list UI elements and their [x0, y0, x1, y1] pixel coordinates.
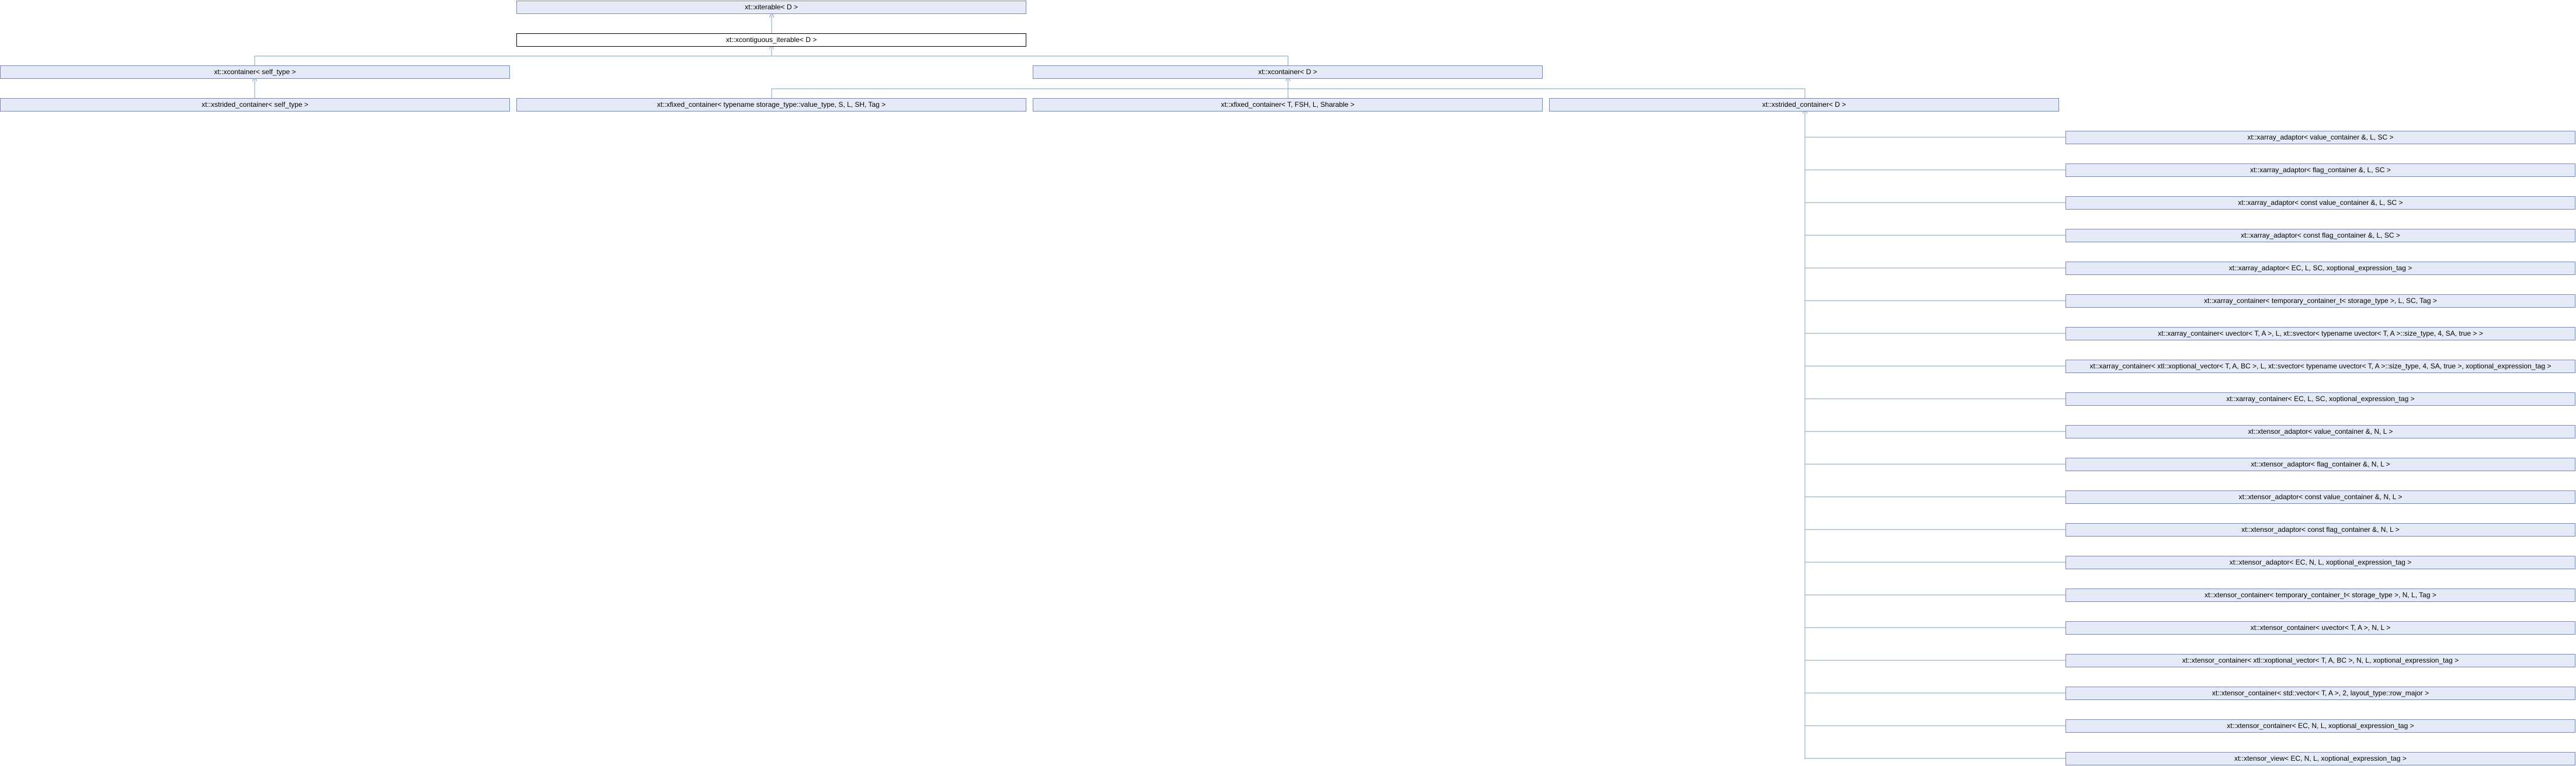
node-derived-c14[interactable]: xt::xtensor_container< temporary_contain… — [2065, 589, 2575, 602]
node-xstrided-container-self-type[interactable]: xt::xstrided_container< self_type > — [0, 98, 510, 112]
node-derived-c3[interactable]: xt::xarray_adaptor< const flag_container… — [2065, 229, 2575, 242]
node-derived-c13[interactable]: xt::xtensor_adaptor< EC, N, L, xoptional… — [2065, 556, 2575, 569]
node-derived-c8[interactable]: xt::xarray_container< EC, L, SC, xoption… — [2065, 392, 2575, 406]
edge-container-d-contiguous — [772, 55, 1289, 65]
node-derived-c0[interactable]: xt::xarray_adaptor< value_container &, L… — [2065, 131, 2575, 144]
node-derived-c5[interactable]: xt::xarray_container< temporary_containe… — [2065, 294, 2575, 308]
node-xstrided-container-d[interactable]: xt::xstrided_container< D > — [1549, 98, 2059, 112]
edge-fixed-storage-container-d — [771, 88, 1288, 98]
node-derived-c1[interactable]: xt::xarray_adaptor< flag_container &, L,… — [2065, 163, 2575, 177]
node-derived-c15[interactable]: xt::xtensor_container< uvector< T, A >, … — [2065, 621, 2575, 635]
node-xcontainer-self-type[interactable]: xt::xcontainer< self_type > — [0, 65, 510, 79]
inheritance-edges — [0, 0, 2065, 759]
node-derived-c7[interactable]: xt::xarray_container< xtl::xoptional_vec… — [2065, 360, 2575, 373]
node-derived-c16[interactable]: xt::xtensor_container< xtl::xoptional_ve… — [2065, 654, 2575, 667]
node-derived-c12[interactable]: xt::xtensor_adaptor< const flag_containe… — [2065, 523, 2575, 537]
node-derived-c17[interactable]: xt::xtensor_container< std::vector< T, A… — [2065, 687, 2575, 700]
node-xiterable[interactable]: xt::xiterable< D > — [516, 1, 1026, 14]
node-xcontainer-d[interactable]: xt::xcontainer< D > — [1033, 65, 1543, 79]
edge-container-self-contiguous — [254, 55, 772, 65]
node-derived-c6[interactable]: xt::xarray_container< uvector< T, A >, L… — [2065, 327, 2575, 340]
node-derived-c2[interactable]: xt::xarray_adaptor< const value_containe… — [2065, 196, 2575, 210]
node-derived-c9[interactable]: xt::xtensor_adaptor< value_container &, … — [2065, 425, 2575, 438]
node-derived-c4[interactable]: xt::xarray_adaptor< EC, L, SC, xoptional… — [2065, 262, 2575, 275]
node-derived-c18[interactable]: xt::xtensor_container< EC, N, L, xoption… — [2065, 719, 2575, 733]
node-xfixed-container-storage[interactable]: xt::xfixed_container< typename storage_t… — [516, 98, 1026, 112]
node-derived-c10[interactable]: xt::xtensor_adaptor< flag_container &, N… — [2065, 458, 2575, 471]
node-xfixed-container-t[interactable]: xt::xfixed_container< T, FSH, L, Sharabl… — [1033, 98, 1543, 112]
node-derived-c19[interactable]: xt::xtensor_view< EC, N, L, xoptional_ex… — [2065, 752, 2575, 765]
node-derived-c11[interactable]: xt::xtensor_adaptor< const value_contain… — [2065, 490, 2575, 504]
node-xcontiguous-iterable[interactable]: xt::xcontiguous_iterable< D > — [516, 33, 1026, 47]
edge-strided-d-container-d — [1288, 88, 1806, 98]
